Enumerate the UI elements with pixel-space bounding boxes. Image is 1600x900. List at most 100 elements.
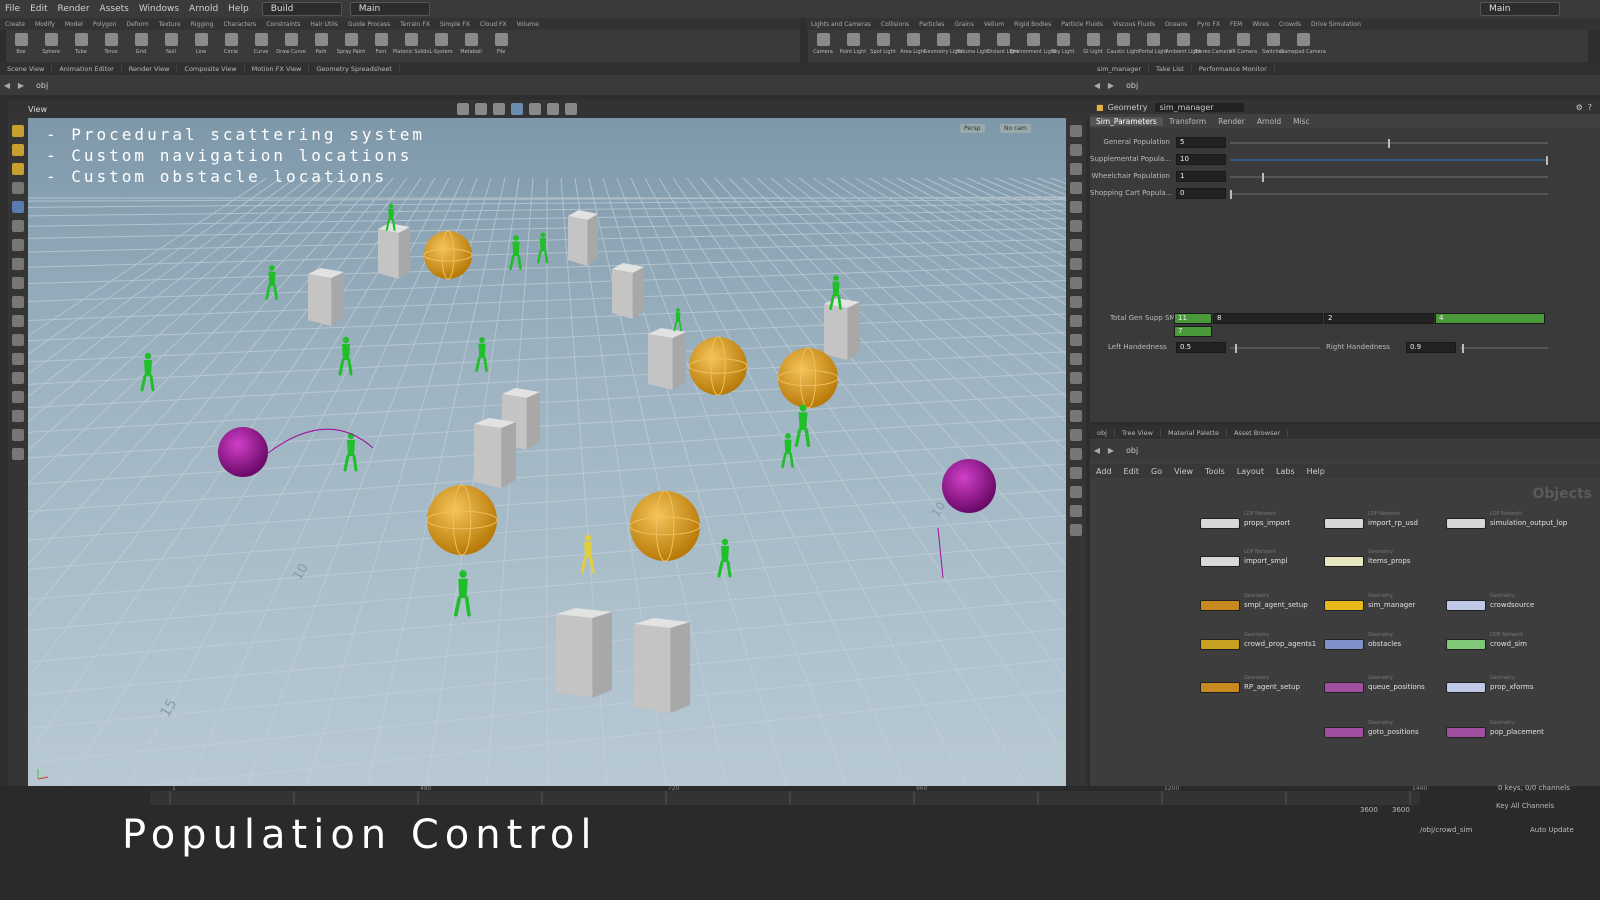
viewport-tool-icon[interactable] — [12, 277, 24, 289]
viewport-tool-icon[interactable] — [12, 163, 24, 175]
network-menu-item[interactable]: Help — [1301, 467, 1331, 476]
node-tile[interactable] — [1200, 600, 1240, 611]
viewport-tool-icon[interactable] — [1070, 410, 1082, 422]
tab-sim-parameters[interactable]: Sim_Parameters — [1090, 116, 1163, 126]
viewport-tool-icon[interactable] — [1070, 315, 1082, 327]
shelf-tab[interactable]: Crowds — [1274, 21, 1306, 28]
key-all-dropdown[interactable]: Key All Channels — [1496, 802, 1554, 810]
shelf-tab[interactable]: Model — [60, 21, 88, 28]
node-tile[interactable] — [1324, 556, 1364, 567]
shelf-tab[interactable]: Guide Process — [343, 21, 395, 28]
viewport-tool-icon[interactable] — [12, 296, 24, 308]
viewport-tool-icon[interactable] — [12, 391, 24, 403]
shelf-tab[interactable]: Wires — [1247, 21, 1274, 28]
viewport-tool-icon[interactable] — [1070, 467, 1082, 479]
param-slider[interactable] — [1230, 173, 1548, 182]
shelf-tool[interactable]: Caustic Light — [1107, 30, 1139, 62]
viewport-tool-icon[interactable] — [12, 315, 24, 327]
slider-knob[interactable] — [1546, 156, 1548, 165]
network-menu-item[interactable]: Tools — [1199, 467, 1231, 476]
param-slider[interactable] — [1230, 156, 1548, 165]
shelf-tool[interactable]: Volume Light — [957, 30, 989, 62]
scene-viewport[interactable]: 10 10 15 - Procedural scattering system … — [28, 118, 1066, 786]
shelf-tab[interactable]: Terrain FX — [395, 21, 435, 28]
shelf-tab[interactable]: Polygon — [88, 21, 122, 28]
viewport-tool-icon[interactable] — [12, 372, 24, 384]
tab-arnold[interactable]: Arnold — [1251, 117, 1287, 126]
pane-tab[interactable]: Take List — [1149, 64, 1192, 73]
persp-button[interactable]: Persp — [960, 124, 985, 133]
shelf-tool[interactable]: Area Light — [898, 30, 928, 62]
menu-help[interactable]: Help — [223, 4, 254, 14]
viewport-tool-icon[interactable] — [12, 220, 24, 232]
total-value-0[interactable]: 11 — [1174, 313, 1212, 324]
shelf-tool[interactable]: Box — [6, 30, 36, 62]
viewport-tool-icon[interactable] — [1070, 182, 1082, 194]
gear-icon[interactable]: ⚙ — [1576, 103, 1583, 112]
frame-end-b[interactable]: 3600 — [1392, 806, 1410, 814]
shelf-tool[interactable]: Ambient Light — [1165, 30, 1201, 62]
shelf-tab[interactable]: FEM — [1225, 21, 1247, 28]
node-tile[interactable] — [1200, 639, 1240, 650]
shelf-tab[interactable]: Simple FX — [435, 21, 475, 28]
menu-file[interactable]: File — [0, 4, 25, 14]
shelf-tab[interactable]: Cloud FX — [475, 21, 512, 28]
menu-arnold[interactable]: Arnold — [184, 4, 223, 14]
right-main-selector[interactable]: Main — [1480, 2, 1560, 16]
menu-windows[interactable]: Windows — [134, 4, 184, 14]
node-tile[interactable] — [1446, 682, 1486, 693]
shelf-tool[interactable]: Spray Paint — [336, 30, 366, 62]
param-field[interactable]: 10 — [1176, 154, 1226, 165]
slider-knob[interactable] — [1230, 190, 1232, 199]
shelf-tab[interactable]: Grains — [949, 21, 978, 28]
left-hand-field[interactable]: 0.5 — [1176, 342, 1226, 353]
node-tile[interactable] — [1200, 682, 1240, 693]
shelf-tool[interactable]: Tube — [66, 30, 96, 62]
total-value-1[interactable]: 8 — [1213, 313, 1323, 324]
viewport-tool-icon[interactable] — [1070, 486, 1082, 498]
shading-icon[interactable] — [528, 103, 541, 115]
viewport-tool-icon[interactable] — [12, 125, 24, 137]
shelf-tool[interactable]: Metaball — [456, 30, 486, 62]
node-tile[interactable] — [1446, 600, 1486, 611]
viewport-tool-icon[interactable] — [12, 334, 24, 346]
forward-arrow-icon[interactable]: ▶ — [1104, 446, 1118, 455]
pane-tab[interactable]: Animation Editor — [52, 64, 122, 73]
shelf-tool[interactable]: Sky Light — [1048, 30, 1078, 62]
shelf-tool[interactable]: Stereo Camera — [1194, 30, 1232, 62]
viewport-tool-icon[interactable] — [12, 258, 24, 270]
shelf-tool[interactable]: Platonic Solids — [393, 30, 429, 62]
right-hand-field[interactable]: 0.9 — [1406, 342, 1456, 353]
viewport-tool-icon[interactable] — [1070, 429, 1082, 441]
slider-knob[interactable] — [1261, 173, 1264, 182]
network-menu-item[interactable]: Go — [1145, 467, 1168, 476]
shelf-tab[interactable]: Collisions — [876, 21, 914, 28]
viewport-tool-icon[interactable] — [1070, 201, 1082, 213]
pane-tab[interactable]: Composite View — [177, 64, 245, 73]
shelf-tab[interactable]: Particles — [914, 21, 949, 28]
total-extra[interactable]: 7 — [1174, 326, 1212, 337]
total-value-2[interactable]: 2 — [1324, 313, 1434, 324]
viewport-tool-icon[interactable] — [1070, 220, 1082, 232]
viewport-tool-icon[interactable] — [1070, 334, 1082, 346]
total-value-3[interactable]: 4 — [1435, 313, 1545, 324]
shelf-tool[interactable]: VR Camera — [1228, 30, 1258, 62]
shelf-tab[interactable]: Volume — [512, 21, 544, 28]
shelf-tool[interactable]: Point Light — [838, 30, 868, 62]
shelf-tab[interactable]: Lights and Cameras — [806, 21, 876, 28]
shelf-tool[interactable]: Draw Curve — [276, 30, 306, 62]
shelf-tab[interactable]: Vellum — [979, 21, 1009, 28]
select-mode-icon[interactable] — [456, 103, 469, 115]
node-tile[interactable] — [1446, 639, 1486, 650]
viewport-tool-icon[interactable] — [1070, 448, 1082, 460]
shelf-tab[interactable]: Rigging — [186, 21, 219, 28]
pane-tab[interactable]: Motion FX View — [245, 64, 310, 73]
grid-icon[interactable] — [510, 103, 523, 115]
shelf-tool[interactable]: Sphere — [36, 30, 66, 62]
viewport-tool-icon[interactable] — [1070, 524, 1082, 536]
viewport-tool-icon[interactable] — [12, 144, 24, 156]
path-obj[interactable]: obj — [36, 81, 48, 90]
help-icon[interactable]: ? — [1588, 103, 1592, 112]
network-menu-item[interactable]: Add — [1090, 467, 1118, 476]
shelf-tool[interactable]: Environment Light — [1010, 30, 1056, 62]
